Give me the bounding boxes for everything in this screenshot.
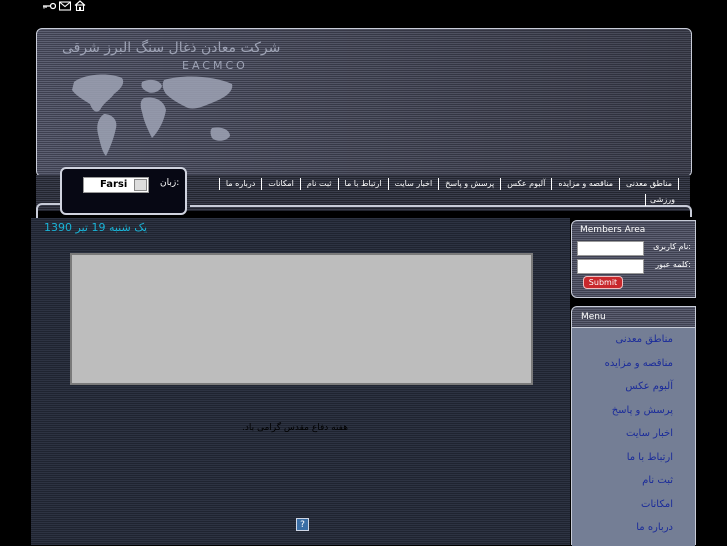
menu-header: Menu bbox=[572, 307, 695, 328]
members-area-title: Members Area bbox=[580, 225, 646, 235]
side-menu: Menu مناطق معدنی مناقصه و مزایده آلبوم ع… bbox=[571, 306, 696, 546]
dropdown-arrow-icon[interactable] bbox=[134, 179, 147, 191]
menu-title: Menu bbox=[581, 312, 606, 322]
menu-item-contact[interactable]: ارتباط با ما bbox=[627, 452, 673, 463]
announcement-text: هفته دفاع مقدس گرامی باد. bbox=[242, 423, 348, 433]
menu-item-mining-regions[interactable]: مناطق معدنی bbox=[616, 334, 673, 345]
nav-right-border bbox=[190, 205, 692, 217]
menu-item-register[interactable]: ثبت نام bbox=[642, 475, 673, 486]
nav-item-tenders[interactable]: مناقصه و مزایده bbox=[551, 178, 619, 190]
menu-item-tenders[interactable]: مناقصه و مزایده bbox=[605, 358, 673, 369]
banner-placeholder bbox=[70, 253, 533, 385]
nav-item-register[interactable]: ثبت نام bbox=[299, 178, 338, 190]
nav-item-sports[interactable]: ورزشی bbox=[645, 194, 678, 206]
members-area-panel: Members Area نام کاربری: کلمه عبور: Subm… bbox=[571, 220, 696, 298]
menu-item-facilities[interactable]: امکانات bbox=[641, 499, 673, 510]
password-input[interactable] bbox=[577, 259, 644, 274]
mail-icon[interactable] bbox=[58, 0, 72, 15]
language-switcher: زبان: Farsi bbox=[60, 167, 187, 215]
nav-left-border bbox=[36, 203, 60, 219]
world-map-image bbox=[72, 74, 233, 156]
username-input[interactable] bbox=[577, 241, 644, 256]
nav-item-faq[interactable]: پرسش و پاسخ bbox=[438, 178, 500, 190]
key-icon[interactable] bbox=[42, 1, 57, 15]
password-label: کلمه عبور: bbox=[655, 260, 691, 269]
nav-item-about[interactable]: درباره ما bbox=[218, 178, 261, 190]
home-icon[interactable] bbox=[74, 0, 86, 15]
nav-item-contact[interactable]: ارتباط با ما bbox=[337, 178, 388, 190]
menu-item-about[interactable]: درباره ما bbox=[636, 522, 673, 533]
help-icon[interactable]: ? bbox=[296, 518, 309, 531]
menu-item-news[interactable]: اخبار سایت bbox=[626, 428, 673, 439]
submit-button[interactable]: Submit bbox=[583, 276, 623, 289]
username-label: نام کاربری: bbox=[653, 242, 691, 251]
language-label: زبان: bbox=[160, 178, 180, 188]
menu-item-photo-album[interactable]: آلبوم عکس bbox=[625, 381, 673, 392]
company-name: شرکت معادن ذغال سنگ البرز شرقی bbox=[62, 40, 281, 56]
language-selected-value: Farsi bbox=[100, 179, 128, 190]
menu-list: مناطق معدنی مناقصه و مزایده آلبوم عکس پر… bbox=[572, 328, 695, 546]
nav-item-mining-regions[interactable]: مناطق معدنی bbox=[619, 178, 679, 190]
language-select[interactable]: Farsi bbox=[83, 177, 149, 193]
nav-item-facilities[interactable]: امکانات bbox=[261, 178, 300, 190]
nav-item-news[interactable]: اخبار سایت bbox=[387, 178, 439, 190]
menu-item-faq[interactable]: پرسش و پاسخ bbox=[612, 405, 673, 416]
current-date: یک شنبه 19 تیر 1390 bbox=[44, 221, 148, 234]
main-nav: مناطق معدنی مناقصه و مزایده آلبوم عکس پر… bbox=[218, 178, 679, 190]
top-toolbar bbox=[42, 0, 86, 15]
nav-item-photo-album[interactable]: آلبوم عکس bbox=[500, 178, 551, 190]
